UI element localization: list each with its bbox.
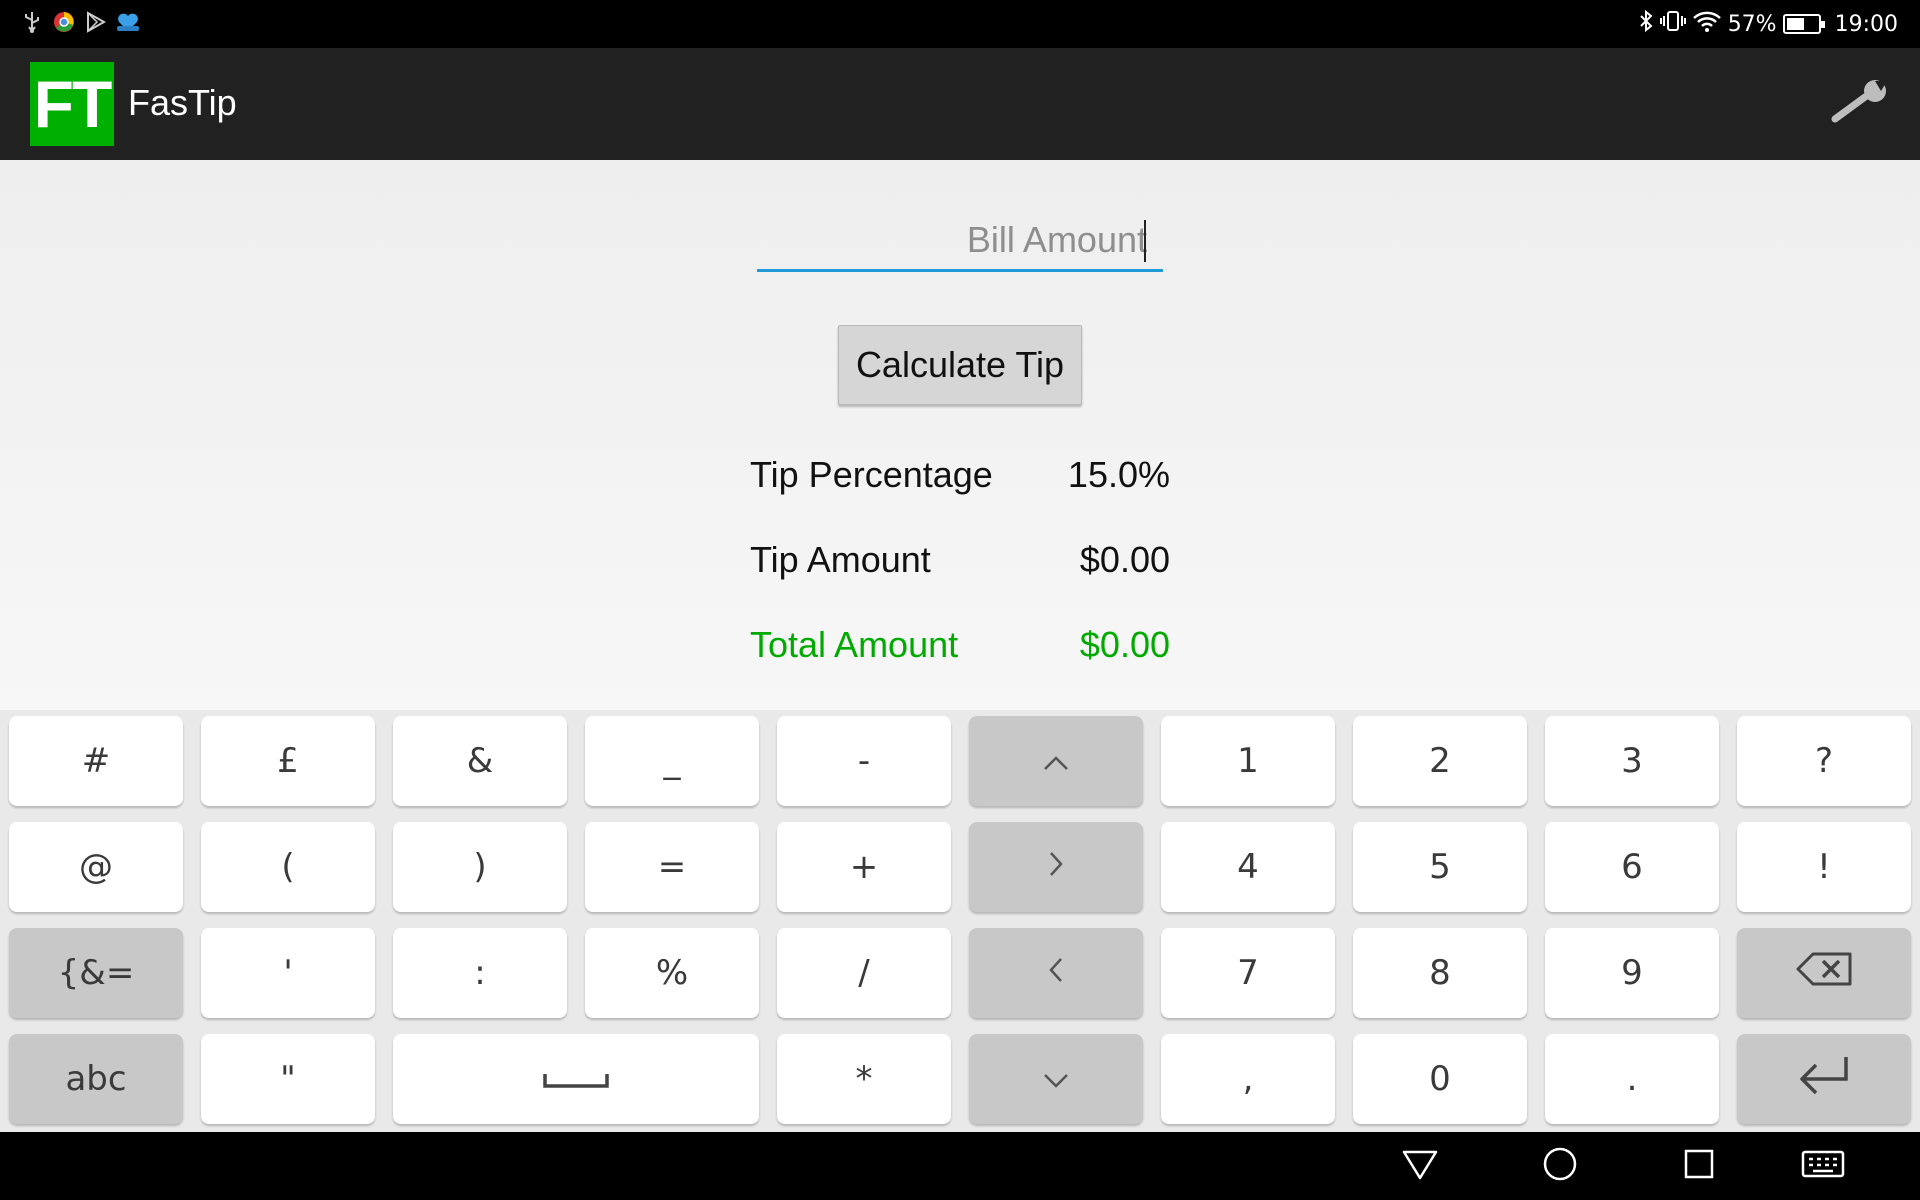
tip-percentage-row: Tip Percentage 15.0% <box>750 454 1170 504</box>
settings-button[interactable] <box>1830 78 1890 130</box>
key-backspace[interactable] <box>1737 928 1911 1018</box>
bluetooth-icon <box>1638 9 1654 39</box>
key-comma[interactable]: , <box>1161 1034 1335 1124</box>
key-slash[interactable]: / <box>777 928 951 1018</box>
keyboard-icon <box>1801 1149 1845 1183</box>
key-asterisk[interactable]: * <box>777 1034 951 1124</box>
key-8[interactable]: 8 <box>1353 928 1527 1018</box>
back-button[interactable] <box>1392 1140 1448 1192</box>
key-equals[interactable]: = <box>585 822 759 912</box>
key-7[interactable]: 7 <box>1161 928 1335 1018</box>
tip-percentage-value: 15.0% <box>1067 454 1170 495</box>
wrench-icon <box>1831 79 1889 129</box>
key-close-paren[interactable]: ) <box>393 822 567 912</box>
app-title: FasTip <box>128 82 237 123</box>
key-percent[interactable]: % <box>585 928 759 1018</box>
key-at[interactable]: @ <box>9 822 183 912</box>
soft-keyboard: # £ & _ - 1 2 3 ? @ ( ) = + 4 5 6 ! {&= … <box>0 710 1920 1132</box>
chevron-right-icon <box>1047 847 1065 887</box>
home-circle-icon <box>1541 1145 1579 1187</box>
recents-square-icon <box>1682 1147 1716 1185</box>
key-pound[interactable]: £ <box>201 716 375 806</box>
key-6[interactable]: 6 <box>1545 822 1719 912</box>
chrome-icon <box>52 10 76 34</box>
recents-button[interactable] <box>1671 1140 1727 1192</box>
tip-percentage-label: Tip Percentage <box>750 454 993 495</box>
back-triangle-icon <box>1400 1146 1440 1186</box>
usb-icon <box>20 10 44 34</box>
system-indicators: 57% 19:00 <box>1638 0 1898 48</box>
battery-percent: 57% <box>1727 11 1777 37</box>
clock: 19:00 <box>1834 11 1898 37</box>
notification-icons <box>20 10 140 34</box>
key-9[interactable]: 9 <box>1545 928 1719 1018</box>
battery-icon <box>1782 14 1825 34</box>
key-period[interactable]: . <box>1545 1034 1719 1124</box>
total-amount-row: Total Amount $0.00 <box>750 624 1170 674</box>
key-space[interactable] <box>393 1034 759 1124</box>
app-bar: FT FasTip <box>0 48 1920 160</box>
total-amount-label: Total Amount <box>750 624 959 665</box>
space-bar-icon <box>541 1059 611 1099</box>
navigation-bar <box>0 1132 1920 1200</box>
tip-amount-row: Tip Amount $0.00 <box>750 539 1170 589</box>
enter-icon <box>1796 1053 1852 1106</box>
key-1[interactable]: 1 <box>1161 716 1335 806</box>
key-minus[interactable]: - <box>777 716 951 806</box>
key-cursor-down[interactable] <box>969 1034 1143 1124</box>
key-cursor-up[interactable] <box>969 716 1143 806</box>
wifi-icon <box>1692 9 1722 39</box>
key-ampersand[interactable]: & <box>393 716 567 806</box>
key-cursor-right[interactable] <box>969 822 1143 912</box>
key-hash[interactable]: # <box>9 716 183 806</box>
key-apostrophe[interactable]: ' <box>201 928 375 1018</box>
main-content: Calculate Tip Tip Percentage 15.0% Tip A… <box>0 160 1920 710</box>
key-symbols-toggle[interactable]: {&= <box>9 928 183 1018</box>
calculate-tip-button[interactable]: Calculate Tip <box>838 325 1082 405</box>
key-cursor-left[interactable] <box>969 928 1143 1018</box>
keyboard-switch-button[interactable] <box>1791 1140 1855 1192</box>
status-bar: 57% 19:00 <box>0 0 1920 48</box>
key-enter[interactable] <box>1737 1034 1911 1124</box>
key-colon[interactable]: : <box>393 928 567 1018</box>
chevron-down-icon <box>1042 1059 1070 1099</box>
key-plus[interactable]: + <box>777 822 951 912</box>
key-abc-toggle[interactable]: abc <box>9 1034 183 1124</box>
key-question[interactable]: ? <box>1737 716 1911 806</box>
play-store-icon <box>84 10 108 34</box>
key-3[interactable]: 3 <box>1545 716 1719 806</box>
key-underscore[interactable]: _ <box>585 716 759 806</box>
key-4[interactable]: 4 <box>1161 822 1335 912</box>
chevron-left-icon <box>1047 953 1065 993</box>
key-exclamation[interactable]: ! <box>1737 822 1911 912</box>
key-0[interactable]: 0 <box>1353 1034 1527 1124</box>
app-logo: FT <box>30 62 114 146</box>
backspace-icon <box>1795 951 1853 996</box>
tip-amount-value: $0.00 <box>1079 539 1170 580</box>
key-double-quote[interactable]: " <box>201 1034 375 1124</box>
vibrate-icon <box>1659 9 1686 39</box>
key-5[interactable]: 5 <box>1353 822 1527 912</box>
chevron-up-icon <box>1042 741 1070 781</box>
heart-app-icon <box>116 10 140 34</box>
tip-amount-label: Tip Amount <box>750 539 931 580</box>
total-amount-value: $0.00 <box>1079 624 1170 665</box>
key-2[interactable]: 2 <box>1353 716 1527 806</box>
home-button[interactable] <box>1532 1140 1588 1192</box>
bill-amount-input[interactable] <box>757 210 1163 272</box>
text-cursor <box>1144 220 1146 262</box>
battery-level <box>1786 18 1804 30</box>
key-open-paren[interactable]: ( <box>201 822 375 912</box>
